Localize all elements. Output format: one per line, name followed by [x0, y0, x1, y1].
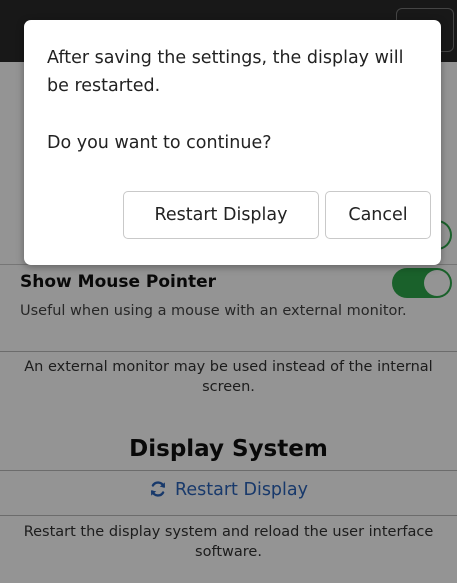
cancel-button[interactable]: Cancel — [325, 191, 431, 239]
restart-display-button[interactable]: Restart Display — [123, 191, 319, 239]
dialog-message: After saving the settings, the display w… — [47, 48, 404, 96]
dialog-question: Do you want to continue? — [47, 133, 272, 153]
confirm-dialog: After saving the settings, the display w… — [24, 20, 441, 265]
